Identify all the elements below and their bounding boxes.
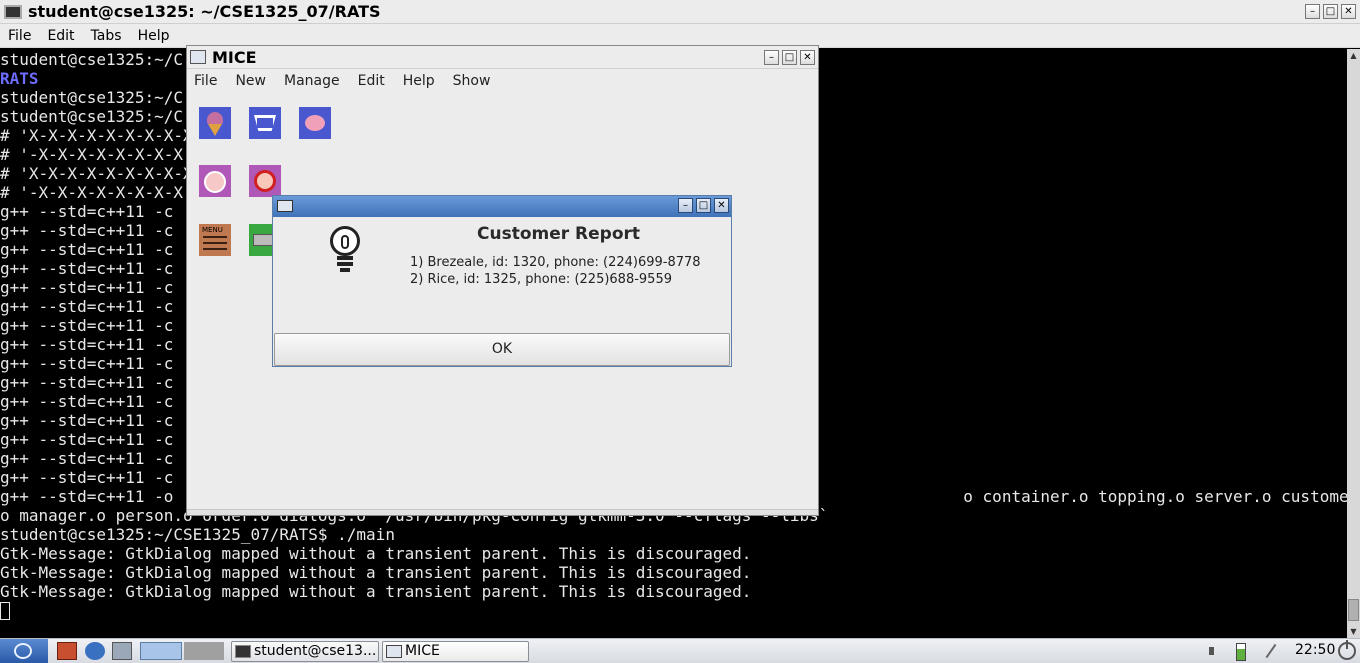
terminal-line: Gtk-Message: GtkDialog mapped without a … (0, 563, 752, 582)
maximize-button[interactable]: □ (696, 198, 711, 213)
customer-report-dialog: – □ ✕ Customer Report 1) Brezeale, id: 1… (272, 195, 732, 367)
close-button[interactable]: ✕ (714, 198, 729, 213)
maximize-button[interactable]: □ (782, 50, 797, 65)
taskbar-item-label: MICE (405, 643, 440, 659)
show-desktop-icon[interactable] (112, 642, 132, 660)
ok-button[interactable]: OK (274, 333, 730, 366)
workspace-2[interactable] (184, 642, 224, 660)
terminal-icon (235, 645, 251, 658)
taskbar: student@cse13... MICE 22:50 (0, 638, 1360, 663)
terminal-line: Gtk-Message: GtkDialog mapped without a … (0, 582, 752, 601)
menu-file[interactable]: File (194, 73, 217, 89)
power-icon[interactable] (1338, 640, 1356, 660)
terminal-scrollbar[interactable]: ▲ ▼ (1347, 49, 1360, 638)
menu-help[interactable]: Help (138, 28, 170, 44)
scroll-up-icon[interactable]: ▲ (1347, 49, 1360, 62)
menu-new[interactable]: New (235, 73, 266, 89)
terminal-app-icon (4, 4, 22, 19)
menu-file[interactable]: File (8, 28, 31, 44)
file-manager-icon[interactable] (57, 642, 77, 660)
container-icon[interactable] (249, 107, 281, 139)
taskbar-item-label: student@cse13... (254, 643, 377, 659)
menu-show[interactable]: Show (453, 73, 491, 89)
server-icon[interactable] (249, 165, 281, 197)
network-icon[interactable] (1262, 642, 1280, 660)
lightbulb-icon (328, 226, 362, 274)
menu-help[interactable]: Help (403, 73, 435, 89)
dialog-titlebar[interactable]: – □ ✕ (273, 196, 731, 217)
menu-edit[interactable]: Edit (358, 73, 385, 89)
close-button[interactable]: ✕ (800, 50, 815, 65)
start-menu-button[interactable] (0, 639, 48, 663)
scroll-down-icon[interactable]: ▼ (1347, 625, 1360, 638)
menu-icon[interactable]: MENU (199, 224, 231, 256)
menu-manage[interactable]: Manage (284, 73, 340, 89)
customer-icon[interactable] (199, 165, 231, 197)
window-icon (386, 645, 402, 658)
dialog-heading: Customer Report (477, 224, 641, 244)
terminal-titlebar[interactable]: student@cse1325: ~/CSE1325_07/RATS – □ ✕ (0, 0, 1360, 24)
volume-icon[interactable] (1207, 642, 1223, 660)
mice-title: MICE (212, 47, 257, 67)
topping-icon[interactable] (299, 107, 331, 139)
terminal-line: Gtk-Message: GtkDialog mapped without a … (0, 544, 752, 563)
workspace-1[interactable] (140, 642, 182, 660)
maximize-button[interactable]: □ (1323, 4, 1338, 19)
mice-app-icon (190, 50, 206, 64)
mice-titlebar[interactable]: MICE – □ ✕ (187, 46, 818, 69)
report-line: 2) Rice, id: 1325, phone: (225)688-9559 (410, 272, 672, 287)
scroll-thumb[interactable] (1348, 599, 1359, 621)
mice-statusbar (187, 509, 818, 515)
minimize-button[interactable]: – (1305, 4, 1320, 19)
ice-cream-icon[interactable] (199, 107, 231, 139)
menu-edit[interactable]: Edit (47, 28, 74, 44)
minimize-button[interactable]: – (678, 198, 693, 213)
terminal-cursor (0, 602, 10, 620)
taskbar-item-terminal[interactable]: student@cse13... (231, 641, 379, 662)
taskbar-item-mice[interactable]: MICE (382, 641, 529, 662)
menu-tabs[interactable]: Tabs (91, 28, 122, 44)
minimize-button[interactable]: – (764, 50, 779, 65)
web-browser-icon[interactable] (85, 642, 105, 660)
terminal-title: student@cse1325: ~/CSE1325_07/RATS (28, 2, 381, 21)
terminal-line: student@cse1325:~/CSE1325_07/RATS$ ./mai… (0, 525, 395, 544)
report-line: 1) Brezeale, id: 1320, phone: (224)699-8… (410, 255, 701, 270)
clock[interactable]: 22:50 (1295, 642, 1335, 658)
dialog-app-icon (277, 200, 293, 212)
close-button[interactable]: ✕ (1341, 4, 1356, 19)
start-logo-icon (14, 643, 32, 659)
terminal-cursor-line (0, 601, 1347, 620)
mice-menubar: File New Manage Edit Help Show (187, 69, 818, 93)
battery-icon[interactable] (1232, 642, 1248, 661)
